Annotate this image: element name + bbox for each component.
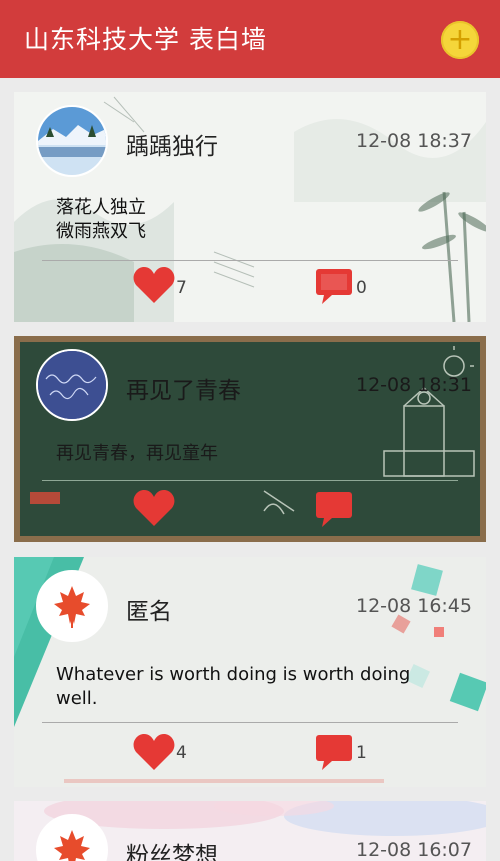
post-content: 落花人独立 微雨燕双飞 [56,196,456,244]
avatar[interactable] [36,570,108,642]
app-title: 山东科技大学 表白墙 [24,25,267,54]
comment-button[interactable] [314,733,354,773]
like-button[interactable] [132,732,176,772]
comment-icon [316,735,352,770]
post-username[interactable]: 匿名 [126,592,172,626]
comment-count: 0 [356,278,367,298]
divider [42,260,458,261]
post-content-line: 落花人独立 [56,197,146,218]
snow-landscape-photo [38,107,106,175]
post-time: 12-08 16:45 [355,595,472,617]
post-time: 12-08 16:07 [355,839,472,861]
post-username[interactable]: 粉丝梦想 [126,836,218,861]
divider [42,480,458,481]
post-username[interactable]: 踽踽独行 [126,127,218,161]
comment-count: 1 [356,743,367,763]
post-time: 12-08 18:37 [355,130,472,152]
heart-icon [133,267,175,303]
comment-button[interactable] [314,490,354,530]
post-content-line: 微雨燕双飞 [56,221,146,242]
maple-leaf-icon [38,816,106,861]
like-button[interactable] [132,265,176,305]
post-time: 12-08 18:31 [355,374,472,396]
post-username[interactable]: 再见了青春 [126,371,241,405]
avatar[interactable] [36,105,108,177]
handwriting-avatar [38,351,106,419]
avatar[interactable] [36,349,108,421]
post-card[interactable]: 粉丝梦想 12-08 16:07 [14,801,486,861]
post-card[interactable]: 再见了青春 12-08 18:31 再见青春，再见童年 [14,336,486,542]
heart-icon [133,490,175,526]
add-post-button[interactable]: + [441,21,479,59]
comment-button[interactable] [314,267,354,307]
plus-icon: + [447,22,473,57]
heart-icon [133,734,175,770]
comment-icon [316,269,352,304]
app-header: 山东科技大学 表白墙 + [0,0,500,78]
post-card[interactable]: 匿名 12-08 16:45 Whatever is worth doing i… [14,557,486,787]
like-count: 4 [176,743,187,763]
post-content: 再见青春，再见童年 [56,443,218,464]
like-button[interactable] [132,488,176,528]
post-content: Whatever is worth doing is worth doing w… [56,664,411,709]
maple-leaf-icon [38,572,106,640]
divider [42,722,458,723]
comment-icon [316,492,352,527]
like-count: 7 [176,278,187,298]
post-card[interactable]: 踽踽独行 12-08 18:37 落花人独立 微雨燕双飞 7 0 [14,92,486,322]
